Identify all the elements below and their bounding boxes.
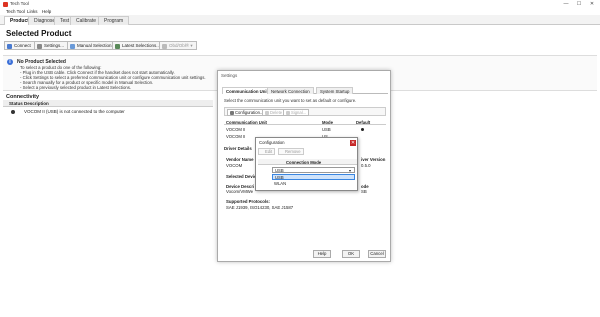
tab-network-connection[interactable]: Network Connection [267,87,314,94]
close-icon[interactable]: ✕ [350,139,356,146]
connection-mode-column: Connection Mode [286,159,322,165]
obd-label: Obd/Obl® ▾ [169,43,193,48]
connect-button[interactable]: Connect [4,41,35,50]
configuration-popup: Configuration ✕ Edit Remove Connection M… [255,137,358,191]
protocols-value: SAE J1939, ISO14230, SAE J1587 [226,205,294,210]
popup-title: Configuration [259,140,285,145]
configuration-icon [229,111,234,115]
menu-help[interactable]: Help [42,9,51,14]
connect-label: Connect [14,43,31,48]
cancel-button[interactable]: Cancel [368,250,386,258]
latest-selections-button[interactable]: Latest Selections... [112,41,165,50]
delete-button[interactable]: Delete [262,109,286,116]
dialog-title: Settings [221,73,238,78]
signal-button[interactable]: Signal... [283,109,310,116]
dialog-tabs: Communication Unit Network Connection Sy… [222,87,388,94]
gear-icon [37,43,42,49]
default-column-header: Default [356,119,371,125]
vendor-name-value: VOCOM [226,163,243,168]
mode-column-header: Mode [322,119,333,125]
driver-details-heading: Driver Details [224,146,252,151]
unit-cell: VOCOM II [226,126,246,132]
driver-version-value: 0.5.0 [361,163,371,168]
delete-icon [264,111,269,115]
default-radio-icon[interactable] [361,128,364,131]
settings-button[interactable]: Settings... [34,41,69,50]
mode-cell: USB [322,126,331,132]
status-column-header: Status [9,101,23,106]
dialog-toolbar: Configuration... Delete Signal... [224,107,386,116]
connectivity-header: Status Description [3,100,213,107]
window-title: Tech Tool [10,1,29,6]
latest-selections-label: Latest Selections... [122,43,161,48]
list-icon [70,43,75,49]
maximize-icon[interactable]: ☐ [573,0,585,8]
chevron-down-icon: ▾ [349,168,352,173]
tab-program[interactable]: Program [98,16,130,25]
device-description-value: Vocom/VMWe [226,189,254,194]
connection-mode-value: USB [275,168,284,173]
connect-icon [7,43,12,49]
unit-column-header: Communication Unit [226,119,267,125]
mode-value: SB [361,189,367,194]
tab-communication-unit[interactable]: Communication Unit [222,87,273,94]
connection-mode-select[interactable]: USB ▾ [272,167,355,173]
history-icon [115,43,120,49]
info-line: - Select a previously selected product i… [20,85,132,90]
option-usb[interactable]: USB [272,174,355,180]
configuration-button[interactable]: Configuration... [227,109,267,116]
driver-version-label: iver Version [361,157,386,162]
app-logo-icon [3,1,8,7]
title-bar: Tech Tool — ☐ ✕ [0,0,600,8]
protocols-label: Supported Protocols: [226,199,270,204]
connection-mode-header: Connection Mode [258,159,357,165]
selected-device-label: Selected Device [226,174,259,179]
option-wlan-label: WLAN [274,181,287,186]
connectivity-description: VOCOM II (USB) is not connected to the c… [24,109,125,114]
menu-links[interactable]: Links [27,9,38,14]
info-icon: i [7,59,13,65]
table-row[interactable]: VOCOM II USB [224,126,386,133]
popup-toolbar: Edit Remove [258,148,357,156]
edit-button[interactable]: Edit [258,148,276,155]
cu-table-header: Communication Unit Mode Default [224,119,386,125]
page-title: Selected Product [6,29,72,38]
minimize-icon[interactable]: — [560,0,572,8]
remove-button[interactable]: Remove [278,148,304,155]
tab-system-startup[interactable]: System Startup [316,87,354,94]
delete-label: Delete [270,110,283,115]
unit-cell: VOCOM II [226,133,246,139]
table-row[interactable]: VOCOM II (USB) is not connected to the c… [3,108,213,115]
option-wlan[interactable]: WLAN [272,181,355,187]
signal-icon [285,111,290,115]
ok-button[interactable]: OK [342,250,360,258]
menu-tech-tool[interactable]: Tech Tool [6,9,25,14]
status-dot-icon [11,109,15,114]
main-tabs: Product Diagnose Test Calibrate Program [0,15,600,25]
help-button[interactable]: Help [313,250,331,258]
signal-label: Signal... [291,110,307,115]
menu-bar: Tech Tool Links Help [0,8,600,15]
vendor-name-label: Vendor Name [226,157,254,162]
obd-button[interactable]: Obd/Obl® ▾ [159,41,197,50]
close-icon[interactable]: ✕ [586,0,598,8]
dialog-description: Select the communication unit you want t… [224,98,357,103]
manual-selection-label: Manual Selection... [77,43,116,48]
obd-icon [162,43,167,49]
settings-label: Settings... [44,43,65,48]
configuration-label: Configuration... [235,110,264,115]
description-column-header: Description [24,101,49,106]
